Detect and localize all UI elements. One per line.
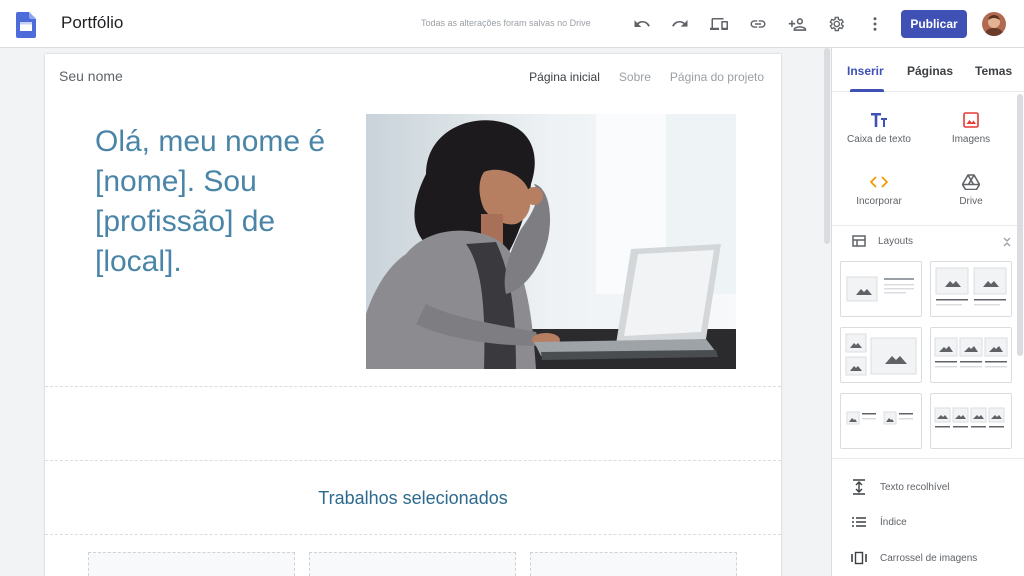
site-name[interactable]: Seu nome (59, 68, 123, 84)
text-box-icon (839, 110, 919, 130)
avatar[interactable] (982, 12, 1006, 36)
text-box-label: Caixa de texto (847, 134, 911, 145)
drive-icon (931, 172, 1011, 192)
image-icon (931, 110, 1011, 130)
insert-drive[interactable]: Drive (931, 172, 1011, 207)
nav-item-about[interactable]: Sobre (619, 70, 651, 84)
tab-themes[interactable]: Temas (975, 64, 1012, 78)
layouts-header[interactable]: Layouts (852, 235, 913, 247)
preview-icon[interactable] (707, 12, 731, 36)
tab-insert[interactable]: Inserir (847, 64, 884, 78)
section-divider (45, 534, 781, 535)
insert-text-box[interactable]: Caixa de texto (839, 110, 919, 145)
table-of-contents-label: Índice (880, 516, 907, 528)
image-placeholder[interactable] (309, 552, 516, 576)
embed-label: Incorporar (856, 196, 902, 207)
image-carousel-label: Carrossel de imagens (880, 552, 978, 564)
settings-icon[interactable] (824, 12, 848, 36)
tab-pages[interactable]: Páginas (907, 64, 953, 78)
hero-image[interactable] (366, 114, 736, 369)
insert-table-of-contents[interactable]: Índice (851, 515, 907, 529)
active-tab-indicator (850, 89, 884, 92)
panel-divider (832, 225, 1024, 226)
section-title[interactable]: Trabalhos selecionados (45, 488, 781, 509)
images-label: Imagens (951, 134, 991, 145)
image-placeholder[interactable] (88, 552, 295, 576)
canvas-scrollbar[interactable] (824, 48, 830, 244)
image-placeholder[interactable] (530, 552, 737, 576)
insert-collapsible-text[interactable]: Texto recolhível (851, 479, 949, 495)
layout-option[interactable] (930, 327, 1012, 383)
collapsible-text-label: Texto recolhível (880, 481, 950, 493)
layout-option[interactable] (840, 327, 922, 383)
site-canvas[interactable]: Seu nome Página inicial Sobre Página do … (45, 54, 781, 576)
image-carousel-icon (851, 551, 867, 565)
document-title[interactable]: Portfólio (61, 13, 123, 33)
panel-tabs: Inserir Páginas Temas (832, 48, 1024, 92)
section-divider (45, 386, 781, 387)
site-nav: Página inicial Sobre Página do projeto (529, 70, 764, 84)
side-panel: Inserir Páginas Temas Caixa de texto Ima… (831, 48, 1024, 576)
embed-icon (839, 172, 919, 192)
drive-label: Drive (959, 196, 983, 207)
collapsible-text-icon (853, 479, 865, 495)
layout-option[interactable] (930, 261, 1012, 317)
section-divider (45, 460, 781, 461)
redo-icon[interactable] (668, 12, 692, 36)
collapse-icon[interactable] (1002, 236, 1012, 248)
table-of-contents-icon (852, 517, 866, 527)
sites-logo-icon[interactable] (16, 12, 36, 38)
panel-divider (832, 458, 1024, 459)
layout-option[interactable] (840, 261, 922, 317)
more-icon[interactable] (863, 12, 887, 36)
panel-scrollbar[interactable] (1017, 94, 1023, 356)
nav-item-project[interactable]: Página do projeto (670, 70, 764, 84)
undo-icon[interactable] (630, 12, 654, 36)
save-status: Todas as alterações foram salvas no Driv… (421, 18, 591, 28)
layouts-label: Layouts (878, 235, 914, 247)
publish-button[interactable]: Publicar (901, 10, 967, 38)
layout-option[interactable] (840, 393, 922, 449)
layout-option[interactable] (930, 393, 1012, 449)
hero-text[interactable]: Olá, meu nome é [nome]. Sou [profissão] … (95, 122, 365, 282)
layouts-icon (852, 235, 866, 247)
insert-embed[interactable]: Incorporar (839, 172, 919, 207)
link-icon[interactable] (746, 12, 770, 36)
top-bar: Portfólio Todas as alterações foram salv… (0, 0, 1024, 48)
share-icon[interactable] (785, 12, 809, 36)
insert-image-carousel[interactable]: Carrossel de imagens (851, 551, 977, 565)
insert-images[interactable]: Imagens (931, 110, 1011, 145)
nav-item-home[interactable]: Página inicial (529, 70, 600, 84)
